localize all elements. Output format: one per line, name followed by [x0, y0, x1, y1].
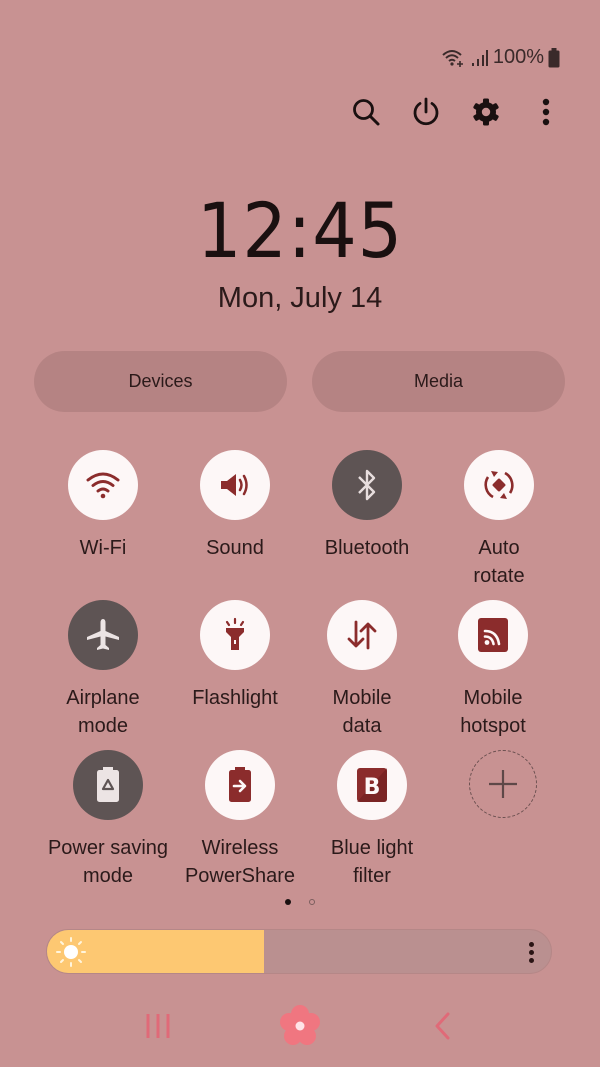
gear-icon — [471, 97, 501, 132]
media-button[interactable]: Media — [312, 351, 565, 412]
quick-panel-toolbar — [0, 94, 600, 134]
dot — [528, 941, 534, 947]
tile-sound[interactable]: Sound — [169, 450, 301, 562]
page-indicator — [0, 899, 600, 905]
svg-text:B: B — [364, 775, 381, 800]
clock-date[interactable]: Mon, July 14 — [0, 282, 600, 315]
brightness-more-button[interactable] — [521, 937, 541, 967]
flashlight-icon — [200, 600, 270, 670]
auto-rotate-icon — [464, 450, 534, 520]
add-icon — [469, 750, 537, 818]
search-button[interactable] — [346, 94, 386, 134]
clock-time[interactable]: 12:45 — [24, 186, 576, 275]
tile-label: Bluetooth — [324, 537, 410, 559]
tile-label: Flashlight — [192, 687, 278, 709]
tile-mobile-hotspot[interactable]: Mobile hotspot — [427, 600, 559, 740]
battery-full-icon — [548, 47, 560, 68]
tile-label: Sound — [206, 537, 264, 559]
wifi-icon — [68, 450, 138, 520]
recents-icon — [144, 1013, 172, 1044]
wireless-powershare-icon — [205, 750, 275, 820]
sun-icon — [55, 936, 87, 968]
tile-label: Airplane mode — [66, 687, 140, 737]
more-options-button[interactable] — [526, 94, 566, 134]
home-button[interactable] — [270, 1003, 330, 1053]
signal-bars-icon — [471, 49, 489, 67]
tile-wifi[interactable]: Wi-Fi — [37, 450, 169, 562]
back-icon — [432, 1012, 452, 1045]
settings-button[interactable] — [466, 94, 506, 134]
tile-power-saving-mode[interactable]: Power saving mode — [42, 750, 174, 890]
tile-label: Blue light filter — [330, 837, 414, 887]
back-button[interactable] — [412, 1003, 472, 1053]
devices-label: Devices — [128, 371, 193, 391]
speaker-icon — [200, 450, 270, 520]
tile-label: Mobile data — [332, 687, 392, 737]
add-tile-button[interactable] — [437, 750, 569, 832]
tile-label: Wireless PowerShare — [184, 837, 296, 887]
tile-label: Mobile hotspot — [460, 687, 526, 737]
recents-button[interactable] — [128, 1003, 188, 1053]
dot — [528, 957, 534, 963]
page-dot-inactive[interactable] — [309, 899, 315, 905]
tile-label: Power saving mode — [47, 837, 169, 887]
wifi-calling-icon — [441, 48, 467, 68]
tile-wireless-powershare[interactable]: Wireless PowerShare — [174, 750, 306, 890]
tile-blue-light-filter[interactable]: B Blue light filter — [306, 750, 438, 890]
devices-button[interactable]: Devices — [34, 351, 287, 412]
tile-flashlight[interactable]: Flashlight — [169, 600, 301, 712]
bluetooth-icon — [332, 450, 402, 520]
more-vert-icon — [541, 97, 551, 132]
power-button[interactable] — [406, 94, 446, 134]
media-label: Media — [413, 371, 464, 391]
battery-percent: 100% — [492, 46, 544, 68]
navigation-bar — [0, 1003, 600, 1053]
blue-light-filter-icon: B — [337, 750, 407, 820]
power-saving-icon — [73, 750, 143, 820]
mobile-data-icon — [327, 600, 397, 670]
tile-auto-rotate[interactable]: Auto rotate — [433, 450, 565, 590]
page-dot-active[interactable] — [285, 899, 291, 905]
status-bar: 100% — [441, 46, 560, 69]
power-icon — [410, 96, 442, 133]
brightness-slider[interactable] — [46, 929, 552, 974]
tile-airplane-mode[interactable]: Airplane mode — [37, 600, 169, 740]
tile-label: Wi-Fi — [79, 537, 127, 559]
tile-label: Auto rotate — [473, 537, 525, 587]
tile-bluetooth[interactable]: Bluetooth — [301, 450, 433, 562]
tile-mobile-data[interactable]: Mobile data — [296, 600, 428, 740]
airplane-icon — [68, 600, 138, 670]
dot — [528, 949, 534, 955]
search-icon — [351, 97, 381, 132]
home-flower-icon — [277, 1003, 323, 1054]
hotspot-icon — [458, 600, 528, 670]
